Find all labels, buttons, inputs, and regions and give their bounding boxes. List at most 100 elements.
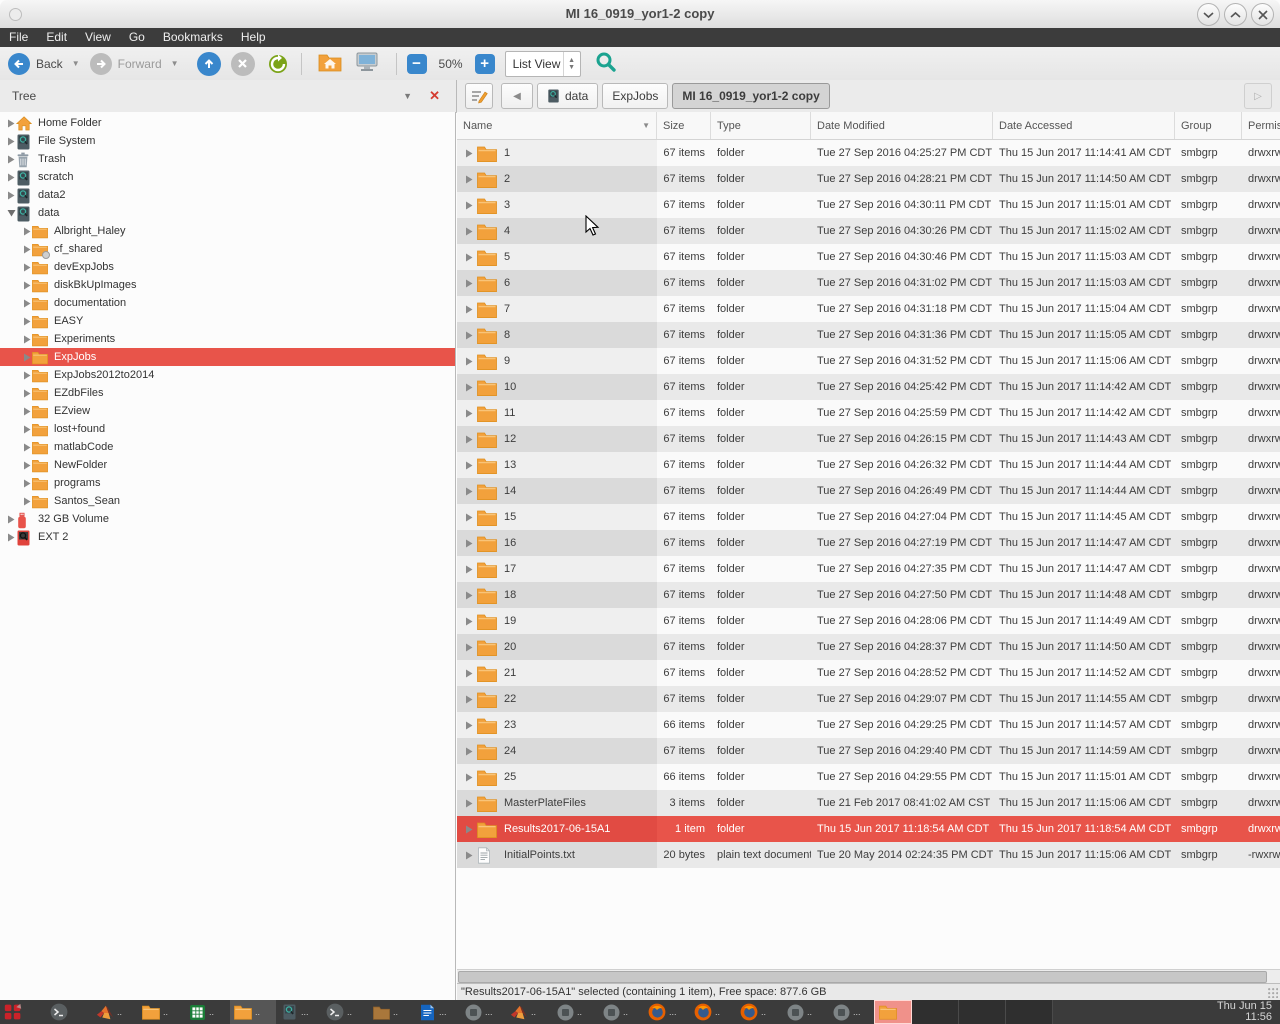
taskbar-item-0[interactable] bbox=[0, 1000, 46, 1024]
tree-expander-icon[interactable] bbox=[22, 425, 32, 434]
row-expander-icon[interactable] bbox=[463, 383, 475, 392]
row-expander-icon[interactable] bbox=[463, 357, 475, 366]
tree-expander-icon[interactable] bbox=[22, 371, 32, 380]
taskbar-item-16[interactable]: .. bbox=[736, 1000, 782, 1024]
menu-item-bookmarks[interactable]: Bookmarks bbox=[154, 28, 232, 47]
tree-expander-icon[interactable] bbox=[6, 155, 16, 164]
horizontal-scrollbar[interactable] bbox=[457, 969, 1280, 984]
sidebar-item-devexpjobs[interactable]: devExpJobs bbox=[0, 258, 455, 276]
taskbar-item-9[interactable]: ... bbox=[414, 1000, 460, 1024]
home-button[interactable] bbox=[318, 52, 342, 75]
tree-pane-dropdown[interactable]: ▼ bbox=[403, 91, 412, 101]
taskbar-item-15[interactable]: .. bbox=[690, 1000, 736, 1024]
sidebar-item-expjobs2012to2014[interactable]: ExpJobs2012to2014 bbox=[0, 366, 455, 384]
table-row[interactable]: 2566 itemsfolderTue 27 Sep 2016 04:29:55… bbox=[457, 764, 1280, 790]
taskbar-item-19[interactable] bbox=[874, 1000, 912, 1024]
sidebar-item-programs[interactable]: programs bbox=[0, 474, 455, 492]
row-expander-icon[interactable] bbox=[463, 227, 475, 236]
table-row[interactable]: MasterPlateFiles3 itemsfolderTue 21 Feb … bbox=[457, 790, 1280, 816]
breadcrumb-segment-2[interactable]: MI 16_0919_yor1-2 copy bbox=[672, 83, 829, 109]
tree-pane-close-icon[interactable]: ✕ bbox=[429, 88, 440, 104]
menu-item-help[interactable]: Help bbox=[232, 28, 275, 47]
taskbar-item-8[interactable]: .. bbox=[368, 1000, 414, 1024]
tree-expander-icon[interactable] bbox=[22, 389, 32, 398]
taskbar-item-10[interactable]: ... bbox=[460, 1000, 506, 1024]
taskbar-item-5[interactable]: .. bbox=[230, 1000, 276, 1024]
taskbar-item-12[interactable]: .. bbox=[552, 1000, 598, 1024]
workspace-slot-3[interactable] bbox=[959, 1000, 1006, 1024]
maximize-button[interactable] bbox=[1224, 3, 1247, 26]
search-button[interactable] bbox=[595, 51, 617, 76]
table-row[interactable]: 2167 itemsfolderTue 27 Sep 2016 04:28:52… bbox=[457, 660, 1280, 686]
table-row[interactable]: 1167 itemsfolderTue 27 Sep 2016 04:25:59… bbox=[457, 400, 1280, 426]
breadcrumb-segment-0[interactable]: data bbox=[537, 83, 598, 109]
edit-path-button[interactable] bbox=[465, 83, 493, 109]
sidebar-item-scratch[interactable]: scratch bbox=[0, 168, 455, 186]
zoom-out-button[interactable]: − bbox=[407, 54, 427, 74]
desktop-button[interactable] bbox=[356, 52, 378, 75]
back-history-dropdown[interactable]: ▼ bbox=[72, 59, 80, 68]
tree-expander-icon[interactable] bbox=[22, 461, 32, 470]
tree-expander-icon[interactable] bbox=[22, 335, 32, 344]
sidebar-item-experiments[interactable]: Experiments bbox=[0, 330, 455, 348]
column-header-name[interactable]: Name▼ bbox=[457, 112, 657, 139]
tree-expander-icon[interactable] bbox=[22, 245, 32, 254]
sidebar-item-cf-shared[interactable]: cf_shared bbox=[0, 240, 455, 258]
stop-button[interactable] bbox=[231, 52, 255, 76]
row-expander-icon[interactable] bbox=[463, 721, 475, 730]
row-expander-icon[interactable] bbox=[463, 175, 475, 184]
row-expander-icon[interactable] bbox=[463, 487, 475, 496]
menu-item-file[interactable]: File bbox=[0, 28, 37, 47]
breadcrumb-segment-1[interactable]: ExpJobs bbox=[602, 83, 668, 109]
tree-expander-icon[interactable] bbox=[22, 227, 32, 236]
tree-expander-icon[interactable] bbox=[6, 533, 16, 542]
sidebar-item-data[interactable]: data bbox=[0, 204, 455, 222]
tree-expander-icon[interactable] bbox=[22, 407, 32, 416]
tree-expander-icon[interactable] bbox=[22, 443, 32, 452]
minimize-button[interactable] bbox=[1197, 3, 1220, 26]
tree-expander-icon[interactable] bbox=[22, 353, 32, 362]
taskbar-item-6[interactable]: ... bbox=[276, 1000, 322, 1024]
table-row[interactable]: 2467 itemsfolderTue 27 Sep 2016 04:29:40… bbox=[457, 738, 1280, 764]
row-expander-icon[interactable] bbox=[463, 279, 475, 288]
tree-expander-icon[interactable] bbox=[6, 119, 16, 128]
table-row[interactable]: 1467 itemsfolderTue 27 Sep 2016 04:26:49… bbox=[457, 478, 1280, 504]
resize-grip[interactable] bbox=[1268, 988, 1278, 998]
row-expander-icon[interactable] bbox=[463, 591, 475, 600]
tree-expander-icon[interactable] bbox=[6, 209, 16, 217]
row-expander-icon[interactable] bbox=[463, 461, 475, 470]
column-header-group[interactable]: Group bbox=[1175, 112, 1242, 139]
sidebar-item-documentation[interactable]: documentation bbox=[0, 294, 455, 312]
table-row[interactable]: 1367 itemsfolderTue 27 Sep 2016 04:26:32… bbox=[457, 452, 1280, 478]
forward-history-dropdown[interactable]: ▼ bbox=[171, 59, 179, 68]
tree-expander-icon[interactable] bbox=[6, 137, 16, 146]
sidebar-item-albright-haley[interactable]: Albright_Haley bbox=[0, 222, 455, 240]
table-row[interactable]: 2267 itemsfolderTue 27 Sep 2016 04:29:07… bbox=[457, 686, 1280, 712]
table-row[interactable]: 1567 itemsfolderTue 27 Sep 2016 04:27:04… bbox=[457, 504, 1280, 530]
menu-item-go[interactable]: Go bbox=[120, 28, 154, 47]
row-expander-icon[interactable] bbox=[463, 851, 475, 860]
tree-expander-icon[interactable] bbox=[22, 317, 32, 326]
refresh-button[interactable] bbox=[265, 51, 291, 77]
up-button[interactable] bbox=[197, 52, 221, 76]
sidebar-item-ezview[interactable]: EZview bbox=[0, 402, 455, 420]
tree-expander-icon[interactable] bbox=[6, 173, 16, 182]
row-expander-icon[interactable] bbox=[463, 253, 475, 262]
table-row[interactable]: 567 itemsfolderTue 27 Sep 2016 04:30:46 … bbox=[457, 244, 1280, 270]
table-row[interactable]: 1767 itemsfolderTue 27 Sep 2016 04:27:35… bbox=[457, 556, 1280, 582]
table-row[interactable]: 867 itemsfolderTue 27 Sep 2016 04:31:36 … bbox=[457, 322, 1280, 348]
column-header-permissions[interactable]: Permissions bbox=[1242, 112, 1280, 139]
workspace-slot-4[interactable] bbox=[1006, 1000, 1053, 1024]
breadcrumb-scroll-left-button[interactable]: ◀ bbox=[501, 83, 533, 109]
taskbar-item-7[interactable]: .. bbox=[322, 1000, 368, 1024]
row-expander-icon[interactable] bbox=[463, 773, 475, 782]
menu-item-view[interactable]: View bbox=[76, 28, 120, 47]
table-row[interactable]: 367 itemsfolderTue 27 Sep 2016 04:30:11 … bbox=[457, 192, 1280, 218]
table-row[interactable]: 467 itemsfolderTue 27 Sep 2016 04:30:26 … bbox=[457, 218, 1280, 244]
sidebar-item-expjobs[interactable]: ExpJobs bbox=[0, 348, 455, 366]
forward-button[interactable] bbox=[90, 53, 112, 75]
taskbar-item-11[interactable]: .. bbox=[506, 1000, 552, 1024]
table-row[interactable]: 1067 itemsfolderTue 27 Sep 2016 04:25:42… bbox=[457, 374, 1280, 400]
row-expander-icon[interactable] bbox=[463, 617, 475, 626]
sidebar-item-santos-sean[interactable]: Santos_Sean bbox=[0, 492, 455, 510]
